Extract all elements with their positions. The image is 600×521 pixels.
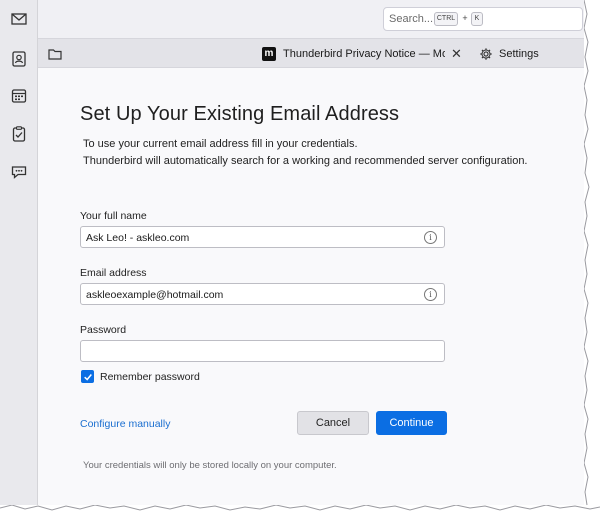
unified-toolbar: Search... CTRL + K [38,0,584,38]
full-name-label: Your full name [80,210,147,222]
page-title: Set Up Your Existing Email Address [80,103,400,125]
remember-password-checkbox[interactable] [81,370,94,383]
configure-manually-link[interactable]: Configure manually [80,418,170,430]
search-input[interactable]: Search... CTRL + K [383,7,583,31]
address-book-icon[interactable] [8,48,30,70]
email-value: askleoexample@hotmail.com [86,289,224,301]
checkmark-icon [83,373,92,381]
remember-password-label: Remember password [100,370,200,383]
search-placeholder: Search... [389,13,434,25]
tab-privacy-notice[interactable]: m Thunderbird Privacy Notice — Mozilla ✕ [262,43,468,65]
torn-edge-right [584,0,600,521]
shortcut-k-key: K [471,12,483,26]
torn-edge-bottom [0,505,600,521]
close-icon[interactable]: ✕ [451,46,462,62]
password-field[interactable] [80,340,445,362]
spaces-toolbar [0,0,38,505]
mozilla-logo-icon: m [262,47,276,61]
chat-icon[interactable] [8,161,30,183]
continue-button[interactable]: Continue [376,411,447,435]
mail-icon[interactable] [8,8,30,30]
gear-icon [480,48,492,60]
credentials-note: Your credentials will only be stored loc… [83,460,337,471]
folder-icon[interactable] [48,47,62,60]
shortcut-ctrl-key: CTRL [434,12,458,26]
full-name-value: Ask Leo! - askleo.com [86,232,190,244]
tab-strip: m Thunderbird Privacy Notice — Mozilla ✕… [38,38,584,68]
tasks-icon[interactable] [8,123,30,145]
intro-text-line2: Thunderbird will automatically search fo… [83,155,528,167]
tab-settings-label: Settings [499,48,539,60]
password-label: Password [80,324,127,336]
info-icon[interactable]: i [424,288,437,301]
calendar-icon[interactable] [8,85,30,107]
email-label: Email address [80,267,147,279]
info-icon[interactable]: i [424,231,437,244]
full-name-field[interactable]: Ask Leo! - askleo.com i [80,226,445,248]
account-setup-page: Set Up Your Existing Email Address To us… [38,68,584,505]
shortcut-plus: + [462,13,468,23]
tab-settings[interactable]: Settings [479,43,539,65]
intro-text-line1: To use your current email address fill i… [83,138,358,150]
tab-title: Thunderbird Privacy Notice — Mozilla [283,48,445,60]
email-field[interactable]: askleoexample@hotmail.com i [80,283,445,305]
cancel-button[interactable]: Cancel [297,411,369,435]
remember-password-row[interactable]: Remember password [81,370,200,383]
